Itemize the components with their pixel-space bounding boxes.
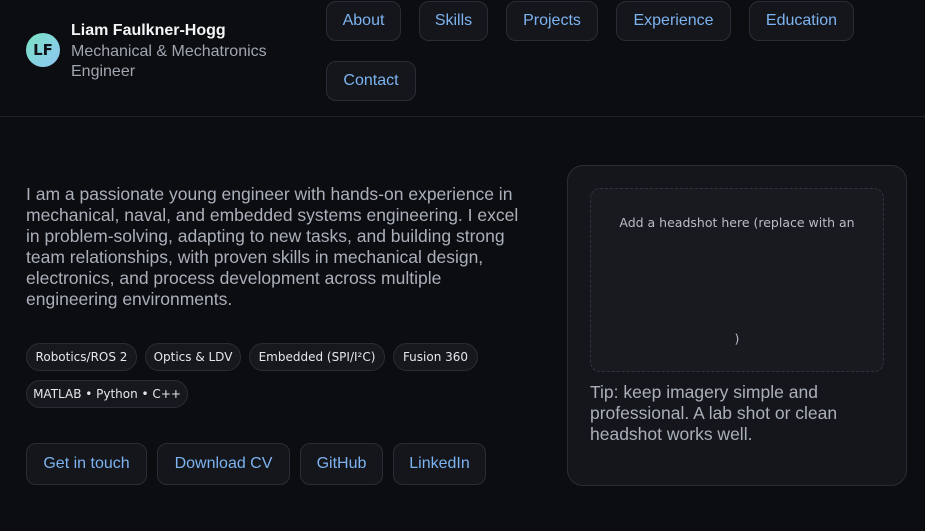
owner-name: Liam Faulkner-Hogg <box>71 22 226 39</box>
nav-education[interactable]: Education <box>749 1 854 41</box>
nav-skills[interactable]: Skills <box>419 1 488 41</box>
avatar: LF <box>26 33 60 67</box>
skill-chip: MATLAB • Python • C++ <box>26 380 188 408</box>
photo-tip: Tip: keep imagery simple and professiona… <box>590 382 838 444</box>
linkedin-link[interactable]: LinkedIn <box>393 443 486 485</box>
github-link[interactable]: GitHub <box>300 443 383 485</box>
nav-projects[interactable]: Projects <box>506 1 598 41</box>
download-cv-button[interactable]: Download CV <box>157 443 290 485</box>
placeholder-text: Add a headshot here (replace with an <box>619 215 855 230</box>
photo-card: Add a headshot here (replace with an ) T… <box>567 165 907 486</box>
nav-experience[interactable]: Experience <box>616 1 731 41</box>
skill-chip: Embedded (SPI/I²C) <box>249 343 385 371</box>
skill-chip: Optics & LDV <box>145 343 241 371</box>
placeholder-text-end: ) <box>734 331 740 346</box>
get-in-touch-button[interactable]: Get in touch <box>26 443 147 485</box>
skill-chip: Robotics/ROS 2 <box>26 343 137 371</box>
site-header: LF Liam Faulkner-Hogg Mechanical & Mecha… <box>0 0 925 117</box>
headshot-placeholder: Add a headshot here (replace with an ) <box>590 188 884 372</box>
nav-contact[interactable]: Contact <box>326 61 416 101</box>
nav-about[interactable]: About <box>326 1 401 41</box>
skill-chip: Fusion 360 <box>393 343 478 371</box>
bio-text: I am a passionate young engineer with ha… <box>26 184 519 309</box>
owner-role: Mechanical & Mechatronics Engineer <box>71 43 267 80</box>
